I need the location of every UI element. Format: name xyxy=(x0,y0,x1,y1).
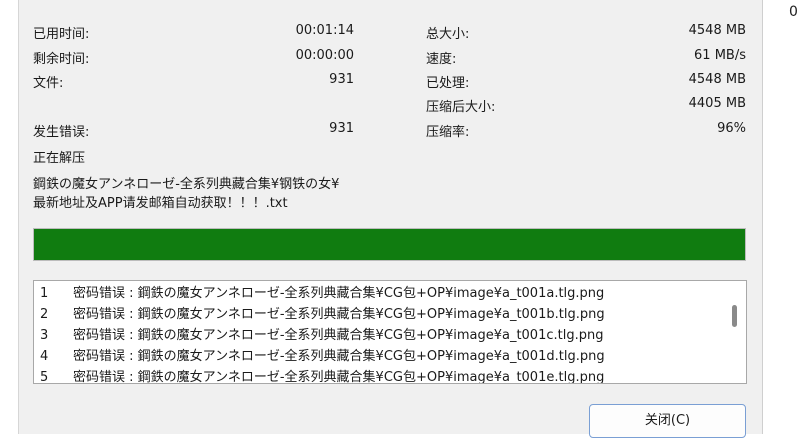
list-item-text: 密码错误 : 鋼鉄の魔女アンネローゼ-全系列典藏合集¥CG包+OP¥image¥… xyxy=(73,328,604,343)
remaining-time-label: 剩余时间: xyxy=(33,52,90,67)
errors-value: 931 xyxy=(329,121,354,136)
list-item-number: 5 xyxy=(40,370,49,384)
errors-label: 发生错误: xyxy=(33,125,90,140)
files-value: 931 xyxy=(329,72,354,87)
current-file-line-2: 最新地址及APP请发邮箱自动获取！！！.txt xyxy=(33,196,288,211)
files-label: 文件: xyxy=(33,76,64,91)
list-item-number: 3 xyxy=(40,328,49,343)
extraction-dialog: 已用时间: 00:01:14 剩余时间: 00:00:00 文件: 931 发生… xyxy=(0,0,763,438)
background-window-edge xyxy=(0,0,19,434)
log-scrollbar-thumb[interactable] xyxy=(732,305,737,327)
list-item-text: 密码错误 : 鋼鉄の魔女アンネローゼ-全系列典藏合集¥CG包+OP¥image¥… xyxy=(73,349,605,364)
elapsed-time-value: 00:01:14 xyxy=(295,23,354,38)
progress-bar xyxy=(33,228,746,261)
error-log-list[interactable]: 1 密码错误 : 鋼鉄の魔女アンネローゼ-全系列典藏合集¥CG包+OP¥imag… xyxy=(33,280,747,384)
status-text: 正在解压 xyxy=(33,151,86,166)
list-item-number: 1 xyxy=(40,286,49,301)
compression-ratio-label: 压缩率: xyxy=(426,125,470,140)
list-item-number: 4 xyxy=(40,349,49,364)
current-file-line-1: 鋼鉄の魔女アンネローゼ-全系列典藏合集¥钢铁の女¥ xyxy=(33,177,340,192)
list-item-number: 2 xyxy=(40,307,49,322)
processed-label: 已处理: xyxy=(426,76,470,91)
speed-value: 61 MB/s xyxy=(694,48,746,63)
list-item-text: 密码错误 : 鋼鉄の魔女アンネローゼ-全系列典藏合集¥CG包+OP¥image¥… xyxy=(73,307,605,322)
close-button[interactable]: 关闭(C) xyxy=(589,404,746,438)
progress-bar-fill xyxy=(34,229,745,260)
background-text: 0 xyxy=(789,4,798,20)
compressed-size-label: 压缩后大小: xyxy=(426,100,496,115)
remaining-time-value: 00:00:00 xyxy=(295,48,354,63)
speed-label: 速度: xyxy=(426,52,457,67)
compression-ratio-value: 96% xyxy=(717,121,746,136)
processed-value: 4548 MB xyxy=(688,72,746,87)
total-size-label: 总大小: xyxy=(426,27,470,42)
elapsed-time-label: 已用时间: xyxy=(33,27,90,42)
list-item-text: 密码错误 : 鋼鉄の魔女アンネローゼ-全系列典藏合集¥CG包+OP¥image¥… xyxy=(73,286,605,301)
list-item-text: 密码错误 : 鋼鉄の魔女アンネローゼ-全系列典藏合集¥CG包+OP¥image¥… xyxy=(73,370,605,384)
total-size-value: 4548 MB xyxy=(688,23,746,38)
compressed-size-value: 4405 MB xyxy=(688,96,746,111)
